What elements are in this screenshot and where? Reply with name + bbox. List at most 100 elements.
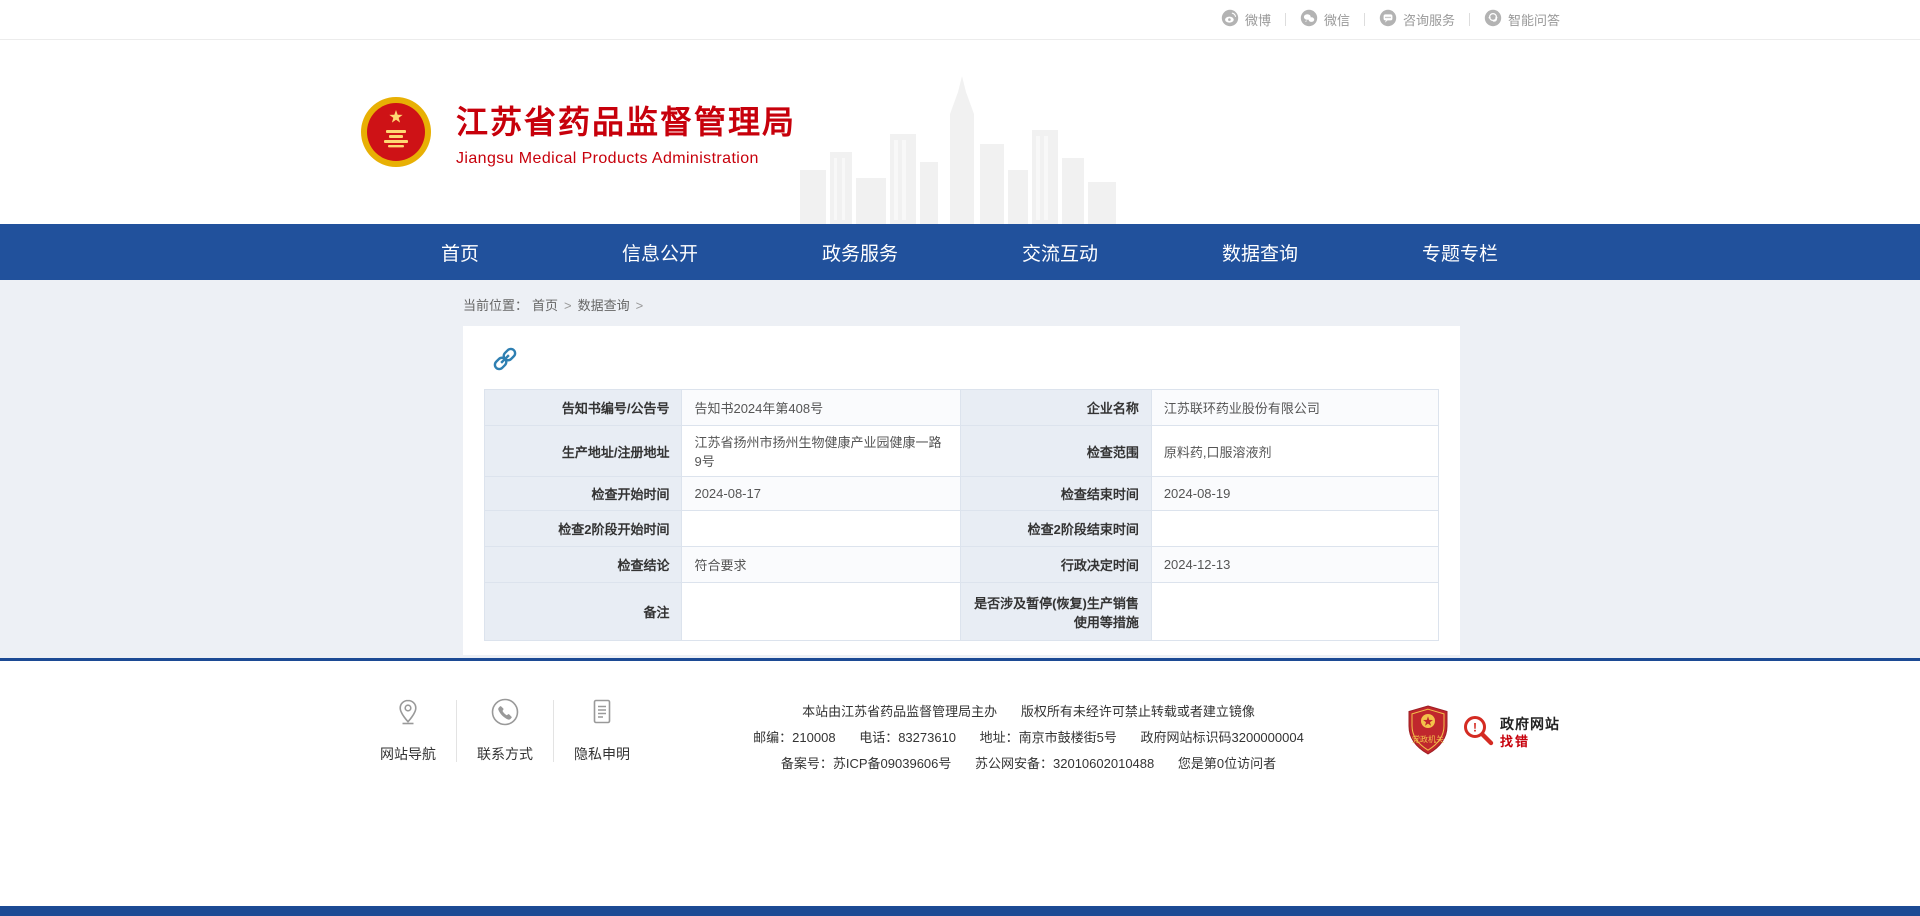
table-row: 检查2阶段开始时间 检查2阶段结束时间 bbox=[485, 511, 1439, 547]
field-label: 行政决定时间 bbox=[961, 547, 1152, 583]
field-label: 检查结束时间 bbox=[961, 477, 1152, 511]
nav-item-data-query[interactable]: 数据查询 bbox=[1160, 224, 1360, 280]
breadcrumb-home-link[interactable]: 首页 bbox=[532, 298, 558, 313]
top-utility-bar: 微博 微信 咨询服务 智能问答 bbox=[0, 0, 1920, 40]
main-content-area: 当前位置： 首页 > 数据查询 > bbox=[0, 280, 1920, 658]
bottom-blue-strip bbox=[0, 906, 1920, 916]
skyline-watermark bbox=[800, 74, 1120, 224]
gov-agency-shield-badge[interactable]: 党政机关 bbox=[1407, 705, 1449, 760]
field-value: 告知书2024年第408号 bbox=[682, 390, 961, 426]
national-emblem-logo bbox=[360, 96, 432, 168]
nav-item-info-disclosure[interactable]: 信息公开 bbox=[560, 224, 760, 280]
field-label: 备注 bbox=[485, 583, 682, 641]
wechat-icon bbox=[1300, 9, 1318, 30]
field-label: 企业名称 bbox=[961, 390, 1152, 426]
footer-host-text: 本站由江苏省药品监督管理局主办 bbox=[802, 704, 997, 719]
footer-icp-number: 备案号：苏ICP备09039606号 bbox=[781, 756, 952, 771]
footer-phone: 电话：83273610 bbox=[859, 730, 956, 745]
breadcrumb-separator: > bbox=[636, 298, 644, 313]
inspection-detail-table: 告知书编号/公告号 告知书2024年第408号 企业名称 江苏联环药业股份有限公… bbox=[484, 389, 1439, 641]
footer-info-text: 本站由江苏省药品监督管理局主办 版权所有未经许可禁止转载或者建立镜像 邮编：21… bbox=[650, 697, 1407, 777]
field-label: 生产地址/注册地址 bbox=[485, 426, 682, 477]
footer-quick-links: 网站导航 联系方式 bbox=[360, 697, 650, 764]
weibo-label: 微博 bbox=[1245, 10, 1271, 29]
consult-service-link[interactable]: 咨询服务 bbox=[1379, 9, 1455, 30]
site-subtitle: Jiangsu Medical Products Administration bbox=[456, 150, 796, 168]
detail-card: 告知书编号/公告号 告知书2024年第408号 企业名称 江苏联环药业股份有限公… bbox=[463, 326, 1460, 655]
smart-qa-link[interactable]: 智能问答 bbox=[1484, 9, 1560, 30]
footer-address: 地址：南京市鼓楼街5号 bbox=[980, 730, 1117, 745]
footer-postcode: 邮编：210008 bbox=[753, 730, 835, 745]
breadcrumb: 当前位置： 首页 > 数据查询 > bbox=[463, 280, 1460, 326]
field-value bbox=[682, 511, 961, 547]
table-row: 告知书编号/公告号 告知书2024年第408号 企业名称 江苏联环药业股份有限公… bbox=[485, 390, 1439, 426]
nav-item-special-topics[interactable]: 专题专栏 bbox=[1360, 224, 1560, 280]
footer-contact-label: 联系方式 bbox=[477, 744, 533, 764]
nav-item-interaction[interactable]: 交流互动 bbox=[960, 224, 1160, 280]
consult-service-label: 咨询服务 bbox=[1403, 10, 1455, 29]
smart-qa-icon bbox=[1484, 9, 1502, 30]
field-label: 检查结论 bbox=[485, 547, 682, 583]
footer-site-map-link[interactable]: 网站导航 bbox=[360, 697, 456, 764]
weibo-icon bbox=[1221, 9, 1239, 30]
field-label: 检查开始时间 bbox=[485, 477, 682, 511]
footer-line-3: 备案号：苏ICP备09039606号 苏公网安备：32010602010488 … bbox=[650, 751, 1407, 777]
gov-site-error-report-badge[interactable]: ! 政府网站 找错 bbox=[1461, 713, 1560, 752]
divider bbox=[1469, 13, 1470, 26]
breadcrumb-prefix: 当前位置： bbox=[463, 298, 528, 313]
field-label: 检查范围 bbox=[961, 426, 1152, 477]
map-pin-icon bbox=[393, 697, 423, 744]
table-row: 检查开始时间 2024-08-17 检查结束时间 2024-08-19 bbox=[485, 477, 1439, 511]
field-value: 符合要求 bbox=[682, 547, 961, 583]
field-value: 原料药,口服溶液剂 bbox=[1151, 426, 1438, 477]
footer-site-id-code: 政府网站标识码3200000004 bbox=[1141, 730, 1304, 745]
site-title: 江苏省药品监督管理局 bbox=[456, 97, 796, 143]
footer-site-map-label: 网站导航 bbox=[380, 744, 436, 764]
wechat-link[interactable]: 微信 bbox=[1300, 9, 1350, 30]
field-label: 是否涉及暂停(恢复)生产销售使用等措施 bbox=[961, 583, 1152, 641]
weibo-link[interactable]: 微博 bbox=[1221, 9, 1271, 30]
document-icon bbox=[587, 697, 617, 744]
consult-service-icon bbox=[1379, 9, 1397, 30]
wechat-label: 微信 bbox=[1324, 10, 1350, 29]
footer-line-2: 邮编：210008 电话：83273610 地址：南京市鼓楼街5号 政府网站标识… bbox=[650, 725, 1407, 751]
field-value: 2024-08-17 bbox=[682, 477, 961, 511]
site-header: 江苏省药品监督管理局 Jiangsu Medical Products Admi… bbox=[0, 40, 1920, 224]
nav-item-gov-services[interactable]: 政务服务 bbox=[760, 224, 960, 280]
gov-agency-shield-label: 党政机关 bbox=[1412, 734, 1444, 744]
divider bbox=[1285, 13, 1286, 26]
site-footer: 网站导航 联系方式 bbox=[0, 658, 1920, 906]
footer-contact-link[interactable]: 联系方式 bbox=[457, 697, 553, 764]
field-label: 检查2阶段开始时间 bbox=[485, 511, 682, 547]
table-row: 检查结论 符合要求 行政决定时间 2024-12-13 bbox=[485, 547, 1439, 583]
breadcrumb-separator: > bbox=[564, 298, 572, 313]
field-value: 江苏联环药业股份有限公司 bbox=[1151, 390, 1438, 426]
link-chain-icon bbox=[490, 344, 1439, 379]
footer-privacy-link[interactable]: 隐私申明 bbox=[554, 697, 650, 764]
field-value bbox=[682, 583, 961, 641]
field-value bbox=[1151, 583, 1438, 641]
table-row: 生产地址/注册地址 江苏省扬州市扬州生物健康产业园健康一路9号 检查范围 原料药… bbox=[485, 426, 1439, 477]
divider bbox=[1364, 13, 1365, 26]
field-label: 告知书编号/公告号 bbox=[485, 390, 682, 426]
field-value bbox=[1151, 511, 1438, 547]
field-value: 江苏省扬州市扬州生物健康产业园健康一路9号 bbox=[682, 426, 961, 477]
footer-copyright-text: 版权所有未经许可禁止转载或者建立镜像 bbox=[1021, 704, 1255, 719]
error-badge-title: 政府网站 bbox=[1500, 716, 1560, 733]
error-badge-subtitle: 找错 bbox=[1500, 733, 1560, 750]
footer-badges: 党政机关 ! 政府网站 找错 bbox=[1407, 697, 1560, 760]
svg-text:!: ! bbox=[1473, 721, 1477, 735]
field-value: 2024-12-13 bbox=[1151, 547, 1438, 583]
table-row: 备注 是否涉及暂停(恢复)生产销售使用等措施 bbox=[485, 583, 1439, 641]
smart-qa-label: 智能问答 bbox=[1508, 10, 1560, 29]
footer-police-number: 苏公网安备：32010602010488 bbox=[975, 756, 1154, 771]
error-report-magnifier-icon: ! bbox=[1461, 713, 1495, 752]
breadcrumb-data-query-link[interactable]: 数据查询 bbox=[578, 298, 630, 313]
footer-privacy-label: 隐私申明 bbox=[574, 744, 630, 764]
phone-icon bbox=[490, 697, 520, 744]
footer-visitor-counter: 您是第0位访问者 bbox=[1178, 756, 1276, 771]
page: 微博 微信 咨询服务 智能问答 bbox=[0, 0, 1920, 916]
field-value: 2024-08-19 bbox=[1151, 477, 1438, 511]
main-navigation: 首页 信息公开 政务服务 交流互动 数据查询 专题专栏 bbox=[0, 224, 1920, 280]
nav-item-home[interactable]: 首页 bbox=[360, 224, 560, 280]
